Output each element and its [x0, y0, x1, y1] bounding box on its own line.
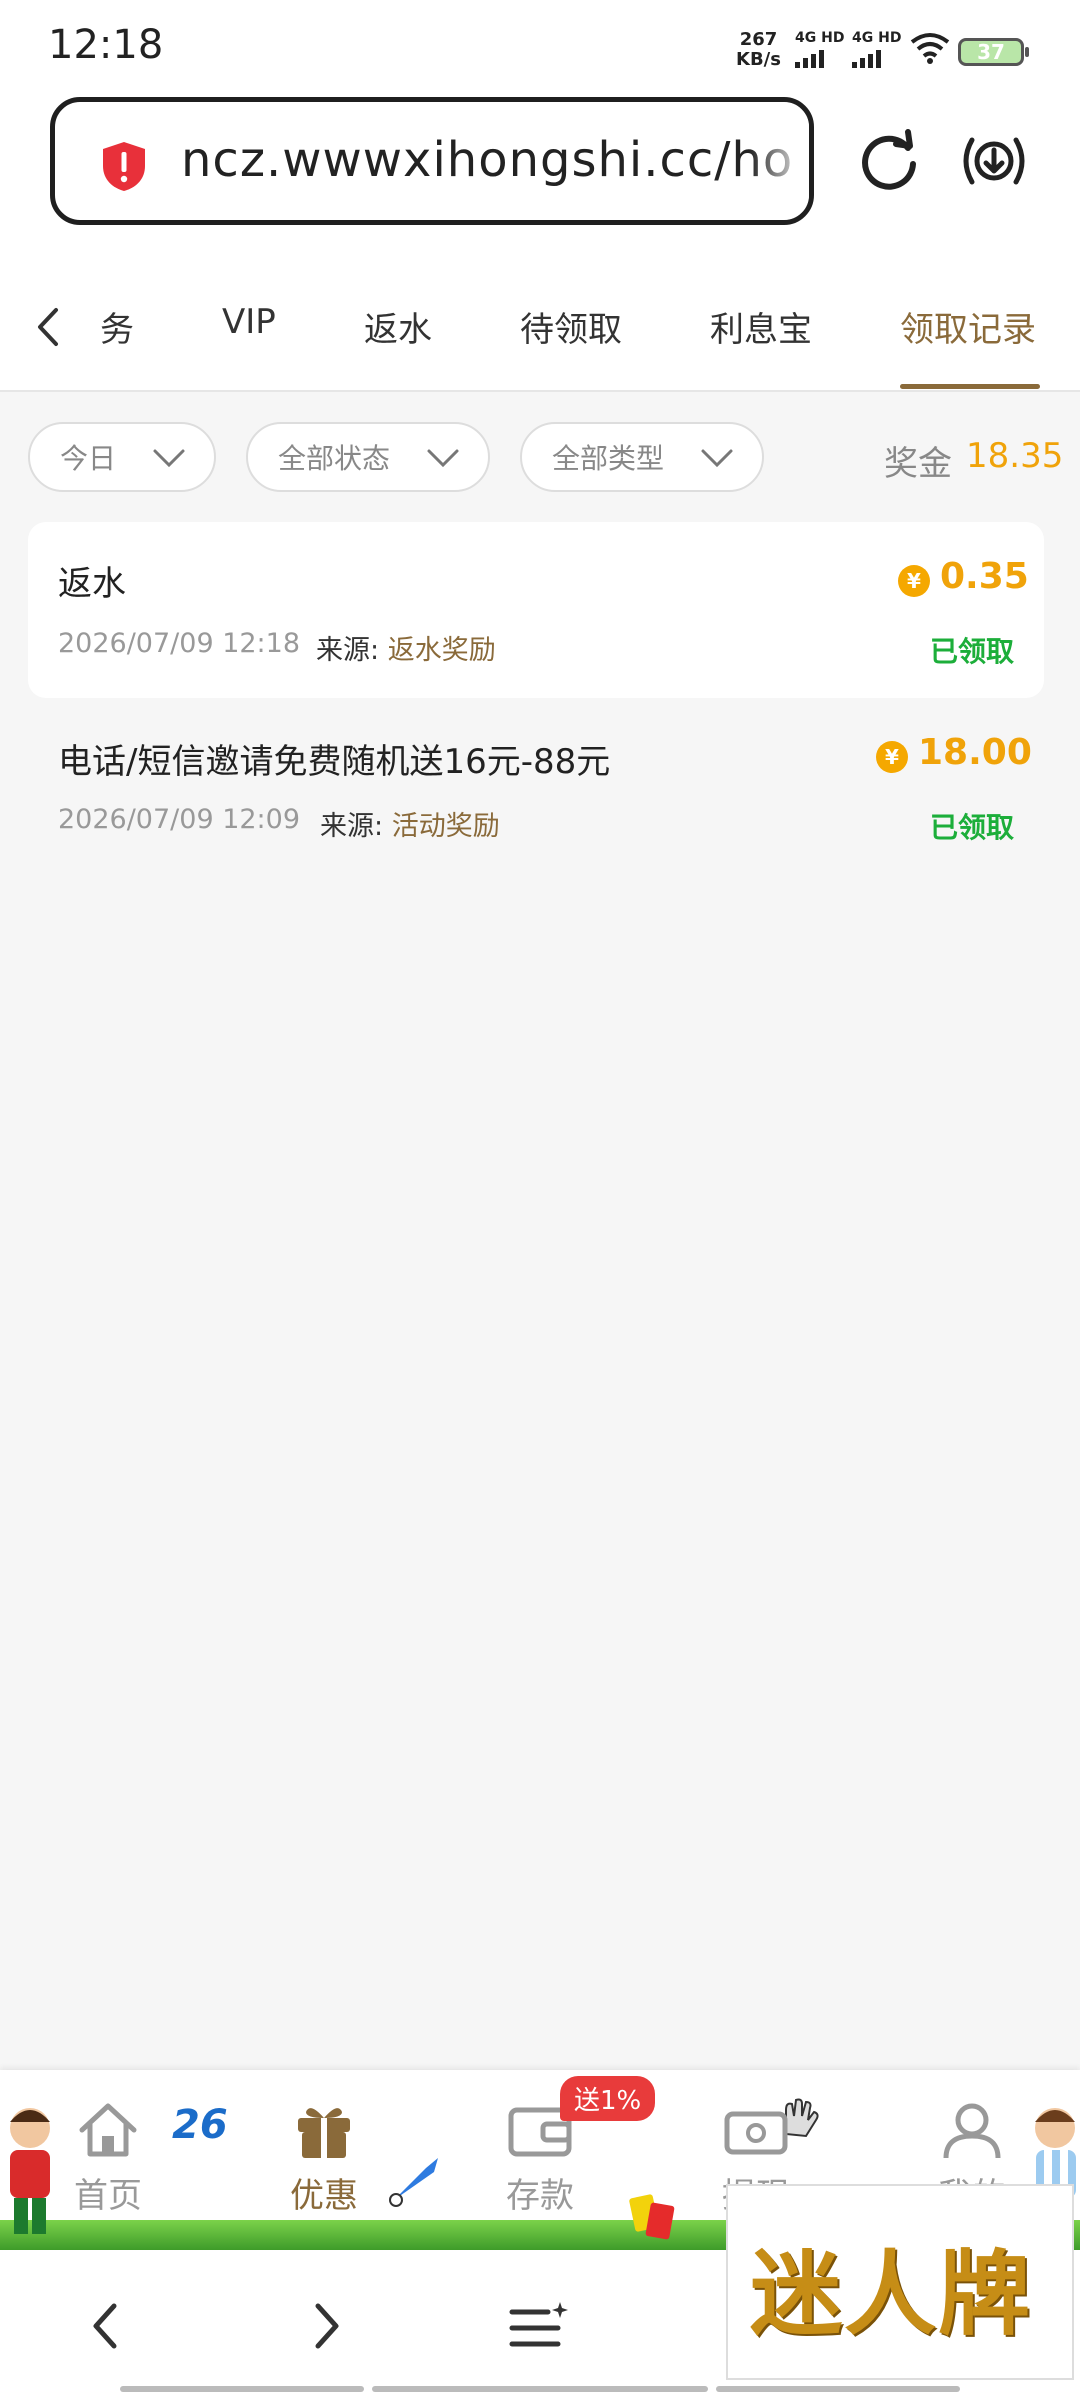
- nav-home[interactable]: 首页: [48, 2100, 168, 2217]
- tab-pending[interactable]: 待领取: [520, 302, 622, 351]
- record-amount: 0.35: [940, 556, 1029, 597]
- battery-indicator: 37: [958, 38, 1029, 66]
- nav-home-label: 首页: [74, 2176, 142, 2216]
- record-title: 电话/短信邀请免费随机送16元-88元: [58, 742, 611, 782]
- record-source: 来源: 返水奖励: [316, 628, 496, 667]
- referee-cards-icon: [629, 2194, 675, 2240]
- date-filter-label: 今日: [60, 442, 117, 475]
- type-filter-label: 全部类型: [552, 442, 665, 475]
- active-tab-indicator: [900, 384, 1040, 389]
- browser-forward-icon[interactable]: [306, 2296, 346, 2356]
- record-title: 返水: [58, 564, 126, 604]
- status-filter-label: 全部状态: [278, 442, 391, 475]
- signal-bars-icon: [795, 50, 844, 68]
- list-item[interactable]: [28, 522, 1044, 698]
- type-filter[interactable]: 全部类型: [520, 422, 764, 492]
- tab-tasks[interactable]: 务: [100, 302, 134, 351]
- record-status: 已领取: [930, 635, 1015, 668]
- bonus-total: 18.35: [966, 436, 1064, 476]
- url-fade: [749, 102, 809, 220]
- user-icon: [943, 2103, 1001, 2159]
- record-source-value: 活动奖励: [391, 811, 500, 842]
- date-filter[interactable]: 今日: [28, 422, 216, 492]
- record-amount: 18.00: [918, 732, 1032, 773]
- record-source: 来源: 活动奖励: [320, 804, 500, 843]
- browser-back-icon[interactable]: [86, 2296, 126, 2356]
- chevron-down-icon: [153, 449, 185, 468]
- coin-icon: ¥: [898, 565, 930, 597]
- category-tabs: 务 VIP 返水 待领取 利息宝 领取记录: [0, 262, 1080, 392]
- net-speed-value: 267: [739, 29, 778, 50]
- record-source-label: 来源:: [316, 635, 380, 666]
- watermark-logo: 迷人牌: [726, 2184, 1074, 2380]
- reload-icon[interactable]: [856, 128, 922, 194]
- sim2-label: 4G HD: [852, 30, 902, 46]
- gesture-bar: [372, 2386, 708, 2392]
- record-source-value: 返水奖励: [387, 635, 496, 666]
- deposit-bonus-badge: 送1%: [560, 2076, 656, 2121]
- sim2-signal: 4G HD: [852, 30, 901, 68]
- home-icon: [79, 2103, 137, 2157]
- tab-claim-records[interactable]: 领取记录: [900, 302, 1036, 351]
- nav-promotions-label: 优惠: [290, 2176, 358, 2216]
- tab-interest[interactable]: 利息宝: [710, 302, 812, 351]
- url-bar[interactable]: ncz.wwwxihongshi.cc/ho: [50, 97, 814, 225]
- gift-icon: [298, 2108, 350, 2158]
- menu-icon[interactable]: [508, 2298, 572, 2354]
- tournament-logo-icon: 26: [172, 2102, 228, 2148]
- network-speed: 267 KB/s: [736, 30, 781, 70]
- url-text[interactable]: ncz.wwwxihongshi.cc/ho: [181, 132, 793, 188]
- cash-icon: [724, 2111, 788, 2155]
- gesture-bar: [120, 2386, 364, 2392]
- chevron-left-icon[interactable]: [30, 302, 66, 352]
- nav-promotions[interactable]: 优惠: [264, 2100, 384, 2217]
- record-status: 已领取: [930, 811, 1015, 844]
- trumpet-icon: [389, 2158, 438, 2207]
- sim1-label: 4G HD: [795, 30, 845, 46]
- record-source-label: 来源:: [320, 811, 384, 842]
- bonus-label: 奖金: [884, 444, 952, 484]
- record-datetime: 2026/07/09 12:09: [58, 804, 301, 835]
- net-speed-unit: KB/s: [736, 49, 781, 70]
- coin-icon: ¥: [876, 741, 908, 773]
- record-datetime: 2026/07/09 12:18: [58, 628, 301, 659]
- nav-deposit-label: 存款: [506, 2176, 574, 2216]
- chevron-down-icon: [427, 449, 459, 468]
- status-filter[interactable]: 全部状态: [246, 422, 490, 492]
- tab-vip[interactable]: VIP: [222, 302, 276, 342]
- download-icon[interactable]: [958, 128, 1030, 194]
- watermark-text: 迷人牌: [750, 2240, 1033, 2348]
- tab-rebate[interactable]: 返水: [364, 302, 432, 351]
- status-time: 12:18: [48, 22, 164, 68]
- list-item[interactable]: [28, 710, 1044, 860]
- wifi-icon: [910, 33, 950, 64]
- gesture-bar: [716, 2386, 960, 2392]
- sim1-signal: 4G HD: [795, 30, 844, 68]
- signal-bars-icon: [852, 50, 901, 68]
- security-warning-icon[interactable]: [101, 140, 147, 192]
- chevron-down-icon: [701, 449, 733, 468]
